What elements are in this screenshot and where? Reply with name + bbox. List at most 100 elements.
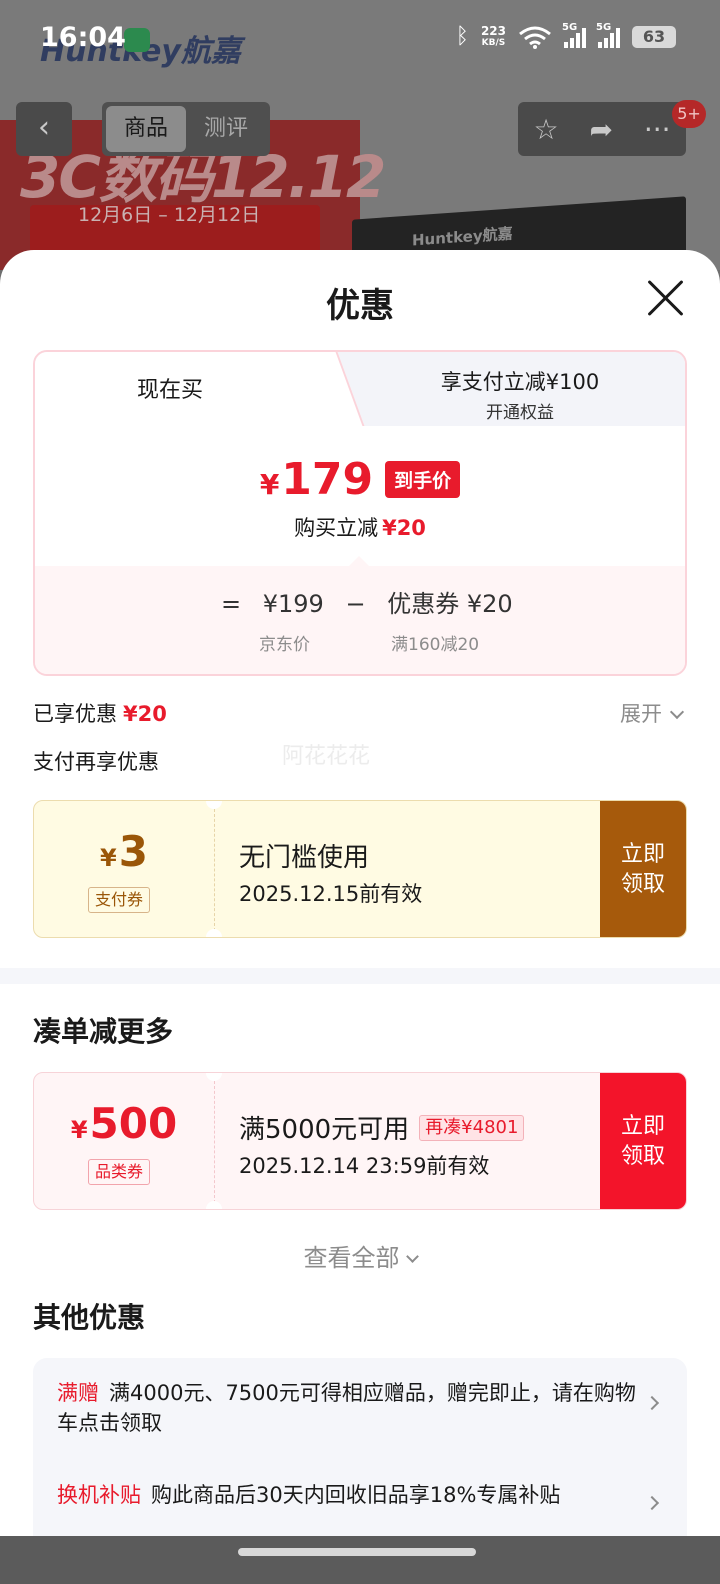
coupon-type: 品类券: [88, 1159, 151, 1185]
coupon-validity: 2025.12.15前有效: [239, 882, 423, 906]
tab-pay-discount[interactable]: 享支付立减¥100 开通权益: [355, 366, 685, 423]
section-title-other: 其他优惠: [33, 1301, 146, 1334]
section-divider: [0, 968, 720, 984]
net-speed-value: 223: [480, 23, 506, 38]
offer-label: 换机补贴: [57, 1483, 141, 1507]
enjoyed-discount: 已享优惠 ¥20: [33, 698, 167, 728]
jd-price-label: 京东价: [259, 635, 310, 655]
product-brand-text: Huntkey航嘉: [412, 224, 513, 250]
coupon-divider: [214, 1081, 215, 1203]
pay-more-label: 支付再享优惠: [33, 750, 159, 774]
expand-label: 展开: [620, 702, 662, 726]
coupon-value: ¥3 支付券: [34, 801, 214, 937]
coupon-name: 满5000元可用 再凑¥4801: [239, 1109, 525, 1146]
coupon-amount: ¥500: [34, 1099, 214, 1148]
status-time: 16:04: [40, 22, 126, 53]
offer-label: 满赠: [57, 1381, 99, 1405]
nav-actions: ☆ ➦ ···: [518, 102, 686, 156]
purchase-discount-value: ¥20: [382, 516, 426, 540]
battery-icon: 63: [632, 25, 676, 48]
favorite-star-icon[interactable]: ☆: [533, 113, 558, 146]
chevron-right-icon[interactable]: [644, 1395, 660, 1411]
home-indicator[interactable]: [0, 1536, 720, 1584]
formula-pointer: [349, 556, 369, 566]
net-speed: 223 KB/S: [481, 25, 506, 49]
coupon-value: ¥500 品类券: [34, 1073, 214, 1209]
banner-date: 12月6日 – 12月12日: [78, 204, 261, 226]
pay-coupon: ¥3 支付券 无门槛使用 2025.12.15前有效 立即领取: [33, 800, 687, 938]
signal-label-2: 5G: [596, 21, 612, 33]
watermark: 阿花花花: [282, 744, 371, 769]
currency-symbol: ¥: [259, 468, 280, 501]
message-badge: 5+: [672, 100, 706, 128]
share-icon[interactable]: ➦: [589, 113, 612, 146]
price-card: 享支付立减¥100 开通权益 现在买 ¥179 到手价 购买立减 ¥20 = ¥1…: [33, 350, 687, 676]
formula-minus: −: [345, 590, 366, 618]
claim-category-coupon-button[interactable]: 立即领取: [600, 1073, 686, 1209]
expand-button[interactable]: 展开: [620, 698, 685, 728]
status-bar: Huntkey航嘉 16:04 ᛒ 223 KB/S 5G 5G: [0, 0, 720, 80]
jd-price: ¥199: [262, 590, 324, 618]
coupon-notch: [206, 929, 222, 937]
claim-pay-coupon-button[interactable]: 立即领取: [600, 801, 686, 937]
view-all-button[interactable]: 查看全部: [0, 1238, 720, 1273]
purchase-discount-label: 购买立减: [294, 516, 379, 540]
category-coupon: ¥500 品类券 满5000元可用 再凑¥4801 2025.12.14 23:…: [33, 1072, 687, 1210]
chevron-right-icon[interactable]: [644, 1495, 660, 1511]
notification-app-icon: [124, 28, 150, 52]
currency-symbol: ¥: [70, 1116, 88, 1144]
final-price: ¥179: [260, 454, 373, 505]
section-title-combine: 凑单减更多: [33, 1015, 174, 1048]
product-tabs: 商品 测评: [102, 102, 270, 156]
add-on-badge: 再凑¥4801: [419, 1114, 525, 1141]
coupon-info: 满5000元可用 再凑¥4801 2025.12.14 23:59前有效: [239, 1109, 525, 1180]
offer-text: 购此商品后30天内回收旧品享18%专属补贴: [151, 1483, 561, 1507]
enjoyed-discount-label: 已享优惠: [33, 702, 117, 726]
claim-button-label: 立即领取: [620, 1114, 665, 1169]
coupon-notch: [206, 1201, 222, 1209]
bluetooth-icon: ᛒ: [455, 24, 469, 49]
tab-pay-discount-sub: 开通权益: [486, 403, 554, 423]
offer-gift[interactable]: 满赠 满4000元、7500元可得相应赠品，赠完即止，请在购物车点击领取: [57, 1378, 637, 1438]
final-price-tag: 到手价: [385, 461, 461, 498]
wifi-icon: [519, 26, 551, 49]
tab-product[interactable]: 商品: [106, 106, 186, 152]
chevron-down-icon: [669, 704, 685, 720]
sheet-title: 优惠: [326, 286, 394, 326]
price-formula: = ¥199 − 优惠券 ¥20 京东价 满160减20: [35, 566, 685, 674]
status-icons: ᛒ 223 KB/S 5G 5G 63: [455, 22, 676, 49]
background-product-page: 3C数码12.12 12月6日 – 12月12日 Huntkey航嘉 Huntk…: [0, 0, 720, 270]
purchase-discount: 购买立减 ¥20: [35, 512, 685, 542]
final-price-value: 179: [281, 454, 374, 505]
coupon-name-text: 满5000元可用: [239, 1115, 410, 1145]
enjoyed-discount-value: ¥20: [123, 702, 167, 726]
coupon-deduction: 优惠券 ¥20: [387, 590, 513, 618]
coupon-info: 无门槛使用 2025.12.15前有效: [239, 837, 422, 908]
coupon-name: 无门槛使用: [239, 843, 370, 873]
final-price-row: ¥179 到手价: [35, 454, 685, 505]
coupon-rule: 满160减20: [391, 635, 480, 655]
net-speed-unit: KB/S: [481, 37, 506, 48]
signal-icon: 5G: [596, 22, 620, 48]
signal-label-1: 5G: [562, 21, 578, 33]
offer-text: 满4000元、7500元可得相应赠品，赠完即止，请在购物车点击领取: [57, 1381, 636, 1435]
close-icon[interactable]: [646, 278, 686, 318]
back-button[interactable]: ‹: [16, 102, 72, 156]
formula-equals: =: [221, 590, 242, 618]
tab-buy-now[interactable]: 现在买: [35, 352, 325, 426]
coupon-amount: ¥3: [34, 827, 214, 876]
coupon-type: 支付券: [88, 887, 151, 913]
more-icon[interactable]: ···: [644, 113, 671, 146]
chevron-down-icon: [405, 1250, 419, 1263]
offer-trade-in[interactable]: 换机补贴 购此商品后30天内回收旧品享18%专属补贴: [57, 1480, 637, 1510]
coupon-divider: [214, 809, 215, 931]
discount-sheet: 优惠 享支付立减¥100 开通权益 现在买 ¥179 到手价 购买立减 ¥20 =…: [0, 250, 720, 1584]
coupon-amount-value: 3: [118, 827, 148, 876]
signal-icon: 5G: [562, 22, 586, 48]
coupon-amount-value: 500: [89, 1099, 178, 1148]
tab-review[interactable]: 测评: [186, 106, 266, 152]
coupon-validity: 2025.12.14 23:59前有效: [239, 1154, 490, 1178]
currency-symbol: ¥: [100, 844, 117, 872]
price-formula-row: = ¥199 − 优惠券 ¥20: [221, 584, 527, 619]
tab-pay-discount-title: 享支付立减¥100: [440, 370, 600, 394]
